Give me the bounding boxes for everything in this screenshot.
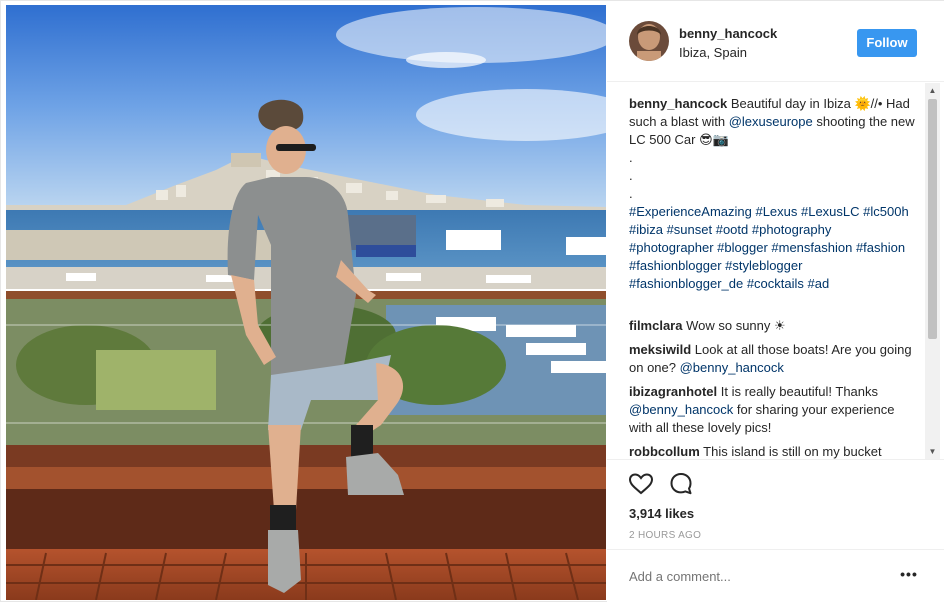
likes-count[interactable]: 3,914 likes bbox=[629, 506, 694, 521]
comment-text: This island is still on my bucket bbox=[699, 444, 882, 459]
header-location[interactable]: Ibiza, Spain bbox=[679, 45, 747, 60]
caption-mention[interactable]: @lexuseurope bbox=[729, 114, 813, 129]
heart-icon-glyph bbox=[628, 473, 654, 495]
comment-mention[interactable]: @benny_hancock bbox=[629, 402, 733, 417]
comment-icon-glyph bbox=[670, 473, 692, 495]
comment-text: Wow so sunny bbox=[682, 318, 775, 333]
caption-text-1: Beautiful day in Ibiza bbox=[727, 96, 855, 111]
follow-button[interactable]: Follow bbox=[857, 29, 917, 57]
sun-icon: ☀ bbox=[774, 318, 786, 333]
caption-dot-line: . bbox=[629, 150, 633, 165]
comment-username[interactable]: filmclara bbox=[629, 318, 682, 333]
comment-item: filmclara Wow so sunny ☀ bbox=[629, 317, 919, 335]
comment-item: robbcollum This island is still on my bu… bbox=[629, 443, 919, 459]
avatar[interactable] bbox=[629, 21, 669, 61]
ibiza-photo-illustration bbox=[6, 5, 606, 600]
scroll-up-arrow-icon[interactable]: ▲ bbox=[925, 83, 940, 98]
comment-username[interactable]: ibizagranhotel bbox=[629, 384, 717, 399]
comment-icon[interactable] bbox=[667, 470, 695, 498]
header-username[interactable]: benny_hancock bbox=[679, 26, 777, 41]
caption-emoji-end: 😎📷 bbox=[699, 132, 729, 147]
caption-dot-line: . bbox=[629, 168, 633, 183]
post-timestamp[interactable]: 2 HOURS AGO bbox=[629, 530, 701, 541]
comments-scrollbar[interactable]: ▲ ▼ bbox=[925, 83, 940, 459]
post-header: benny_hancock Ibiza, Spain Follow bbox=[607, 1, 944, 82]
caption-username[interactable]: benny_hancock bbox=[629, 96, 727, 111]
instagram-post: benny_hancock Ibiza, Spain Follow benny_… bbox=[0, 0, 944, 603]
avatar-image bbox=[629, 21, 669, 61]
sun-emoji: 🌞 bbox=[854, 96, 871, 111]
comment-username[interactable]: robbcollum bbox=[629, 444, 700, 459]
scroll-down-arrow-icon[interactable]: ▼ bbox=[925, 444, 940, 459]
comment-text: It is really beautiful! Thanks bbox=[717, 384, 879, 399]
comment-mention[interactable]: @benny_hancock bbox=[680, 360, 784, 375]
add-comment-bar: ••• bbox=[607, 549, 944, 604]
comments-list: benny_hancock Beautiful day in Ibiza 🌞//… bbox=[607, 83, 925, 459]
caption-dot-line: . bbox=[629, 186, 633, 201]
comment-item: ibizagranhotel It is really beautiful! T… bbox=[629, 383, 919, 437]
post-actions: 3,914 likes 2 HOURS AGO bbox=[607, 459, 944, 550]
post-side-panel: benny_hancock Ibiza, Spain Follow benny_… bbox=[607, 1, 944, 603]
scrollbar-thumb[interactable] bbox=[928, 99, 937, 339]
comment-username[interactable]: meksiwild bbox=[629, 342, 691, 357]
caption: benny_hancock Beautiful day in Ibiza 🌞//… bbox=[629, 95, 919, 293]
add-comment-input[interactable] bbox=[629, 569, 889, 584]
comment-item: meksiwild Look at all those boats! Are y… bbox=[629, 341, 919, 377]
caption-hashtags[interactable]: #ExperienceAmazing #Lexus #LexusLC #lc50… bbox=[629, 203, 919, 293]
more-options-icon[interactable]: ••• bbox=[899, 564, 919, 584]
heart-icon[interactable] bbox=[627, 470, 655, 498]
post-photo[interactable] bbox=[6, 5, 606, 600]
